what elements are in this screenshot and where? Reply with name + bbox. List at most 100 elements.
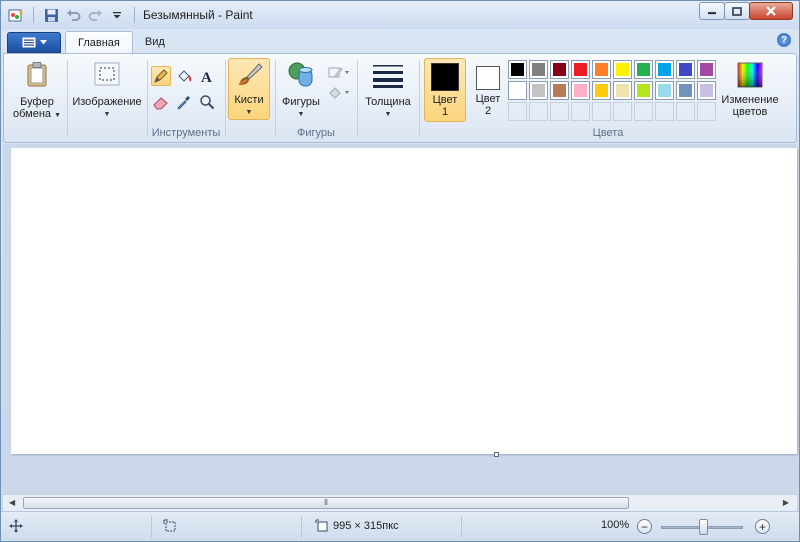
palette-swatch[interactable] bbox=[634, 60, 653, 79]
swatch-color bbox=[574, 63, 587, 76]
group-tools: A Инструменты bbox=[148, 56, 224, 140]
zoom-out-button[interactable]: − bbox=[637, 519, 652, 534]
clipboard-label-line1: Буфер bbox=[20, 96, 54, 108]
scroll-left-arrow-icon[interactable]: ◀ bbox=[9, 498, 15, 507]
palette-swatch[interactable] bbox=[571, 60, 590, 79]
image-size-display: 995 × 315пкс bbox=[315, 519, 399, 533]
color2-label-line1: Цвет bbox=[475, 93, 501, 105]
chevron-down-icon: ▼ bbox=[297, 111, 305, 118]
line-thickness-icon bbox=[370, 58, 406, 92]
custom-color-slot[interactable] bbox=[676, 102, 695, 121]
swatch-color bbox=[532, 63, 545, 76]
outline-button[interactable] bbox=[326, 62, 352, 82]
shapes-button[interactable]: Фигуры ▼ bbox=[278, 58, 324, 124]
title-bar: Безымянный - Paint bbox=[1, 1, 799, 29]
fill-button[interactable] bbox=[326, 82, 352, 102]
scrollbar-thumb[interactable]: ⦀ bbox=[23, 497, 629, 509]
palette-swatch[interactable] bbox=[592, 81, 611, 100]
colors-group-label: Цвета bbox=[592, 127, 624, 139]
custom-color-slot[interactable] bbox=[571, 102, 590, 121]
swatch-color bbox=[595, 63, 608, 76]
brush-icon bbox=[231, 59, 267, 90]
custom-color-slot[interactable] bbox=[508, 102, 527, 121]
swatch-color bbox=[658, 63, 671, 76]
window-title: Безымянный - Paint bbox=[143, 8, 253, 22]
redo-icon[interactable] bbox=[86, 6, 104, 24]
horizontal-scrollbar[interactable]: ◀ ⦀ ▶ bbox=[3, 494, 797, 511]
zoom-slider-thumb[interactable] bbox=[699, 519, 708, 535]
palette-swatch[interactable] bbox=[655, 60, 674, 79]
help-icon[interactable]: ? bbox=[777, 33, 791, 47]
brushes-button[interactable]: Кисти ▼ bbox=[228, 58, 270, 120]
palette-swatch[interactable] bbox=[529, 60, 548, 79]
qat-separator bbox=[134, 7, 135, 23]
edit-colors-button[interactable]: Изменение цветов bbox=[716, 58, 784, 122]
swatch-color bbox=[511, 63, 524, 76]
palette-swatch[interactable] bbox=[613, 60, 632, 79]
palette-swatch[interactable] bbox=[592, 60, 611, 79]
tab-view[interactable]: Вид bbox=[133, 31, 177, 53]
palette-swatch[interactable] bbox=[634, 81, 653, 100]
group-colors: Цвет 1 Цвет 2 Изменение цветов Цвета bbox=[420, 56, 796, 140]
fill-tool[interactable] bbox=[174, 66, 194, 86]
maximize-button[interactable] bbox=[724, 2, 750, 20]
custom-color-slot[interactable] bbox=[634, 102, 653, 121]
magnifier-tool[interactable] bbox=[197, 92, 217, 112]
custom-color-slot[interactable] bbox=[550, 102, 569, 121]
ribbon-home: Буфер обмена ▼ Изображение ▼ A Инструмен… bbox=[3, 53, 797, 143]
canvas-resize-handle[interactable] bbox=[494, 452, 499, 457]
color-spectrum-icon bbox=[735, 60, 765, 90]
palette-swatch[interactable] bbox=[655, 81, 674, 100]
palette-swatch[interactable] bbox=[508, 81, 527, 100]
save-icon[interactable] bbox=[42, 6, 60, 24]
palette-swatch[interactable] bbox=[613, 81, 632, 100]
clipboard-button[interactable]: Буфер обмена ▼ bbox=[10, 58, 64, 124]
scroll-right-arrow-icon[interactable]: ▶ bbox=[783, 498, 789, 507]
color1-button[interactable]: Цвет 1 bbox=[424, 58, 466, 122]
custom-color-slot[interactable] bbox=[613, 102, 632, 121]
palette-swatch[interactable] bbox=[550, 60, 569, 79]
tab-home[interactable]: Главная bbox=[65, 31, 133, 53]
outline-pencil-icon bbox=[328, 67, 349, 78]
shapes-group-label: Фигуры bbox=[297, 127, 335, 139]
custom-color-slot[interactable] bbox=[697, 102, 716, 121]
zoom-in-button[interactable]: + bbox=[755, 519, 770, 534]
color1-label-line1: Цвет bbox=[432, 94, 458, 106]
customize-qat-icon[interactable] bbox=[108, 6, 126, 24]
color1-label-line2: 1 bbox=[441, 106, 449, 118]
custom-color-slot[interactable] bbox=[592, 102, 611, 121]
custom-color-slot[interactable] bbox=[655, 102, 674, 121]
palette-swatch[interactable] bbox=[697, 81, 716, 100]
palette-swatch[interactable] bbox=[529, 81, 548, 100]
undo-icon[interactable] bbox=[64, 6, 82, 24]
palette-swatch[interactable] bbox=[571, 81, 590, 100]
color2-button[interactable]: Цвет 2 bbox=[468, 58, 508, 122]
eyedropper-icon bbox=[177, 96, 190, 110]
paint-app-icon[interactable] bbox=[7, 6, 25, 24]
swatch-color bbox=[616, 63, 629, 76]
palette-swatch[interactable] bbox=[697, 60, 716, 79]
application-menu-button[interactable] bbox=[7, 32, 61, 53]
clipboard-label-line2: обмена ▼ bbox=[12, 108, 62, 120]
palette-swatch[interactable] bbox=[676, 81, 695, 100]
palette-swatch[interactable] bbox=[508, 60, 527, 79]
close-button[interactable] bbox=[749, 2, 793, 20]
swatch-color bbox=[595, 84, 608, 97]
paint-window: Безымянный - Paint Главная Вид ? Буфер о… bbox=[0, 0, 800, 542]
swatch-color bbox=[637, 84, 650, 97]
size-label: Толщина bbox=[365, 96, 411, 108]
app-menu-icon bbox=[22, 37, 35, 48]
status-bar: 995 × 315пкс 100% − + bbox=[1, 511, 799, 541]
palette-swatch[interactable] bbox=[676, 60, 695, 79]
text-tool[interactable]: A bbox=[197, 66, 217, 86]
custom-color-slot[interactable] bbox=[529, 102, 548, 121]
image-label: Изображение bbox=[72, 96, 142, 108]
color-picker-tool[interactable] bbox=[174, 92, 194, 112]
eraser-tool[interactable] bbox=[151, 92, 171, 112]
drawing-canvas[interactable] bbox=[11, 148, 797, 454]
palette-swatch[interactable] bbox=[550, 81, 569, 100]
image-button[interactable]: Изображение ▼ bbox=[70, 58, 144, 124]
pencil-tool[interactable] bbox=[151, 66, 171, 86]
minimize-button[interactable] bbox=[699, 2, 725, 20]
size-button[interactable]: Толщина ▼ bbox=[360, 58, 416, 124]
